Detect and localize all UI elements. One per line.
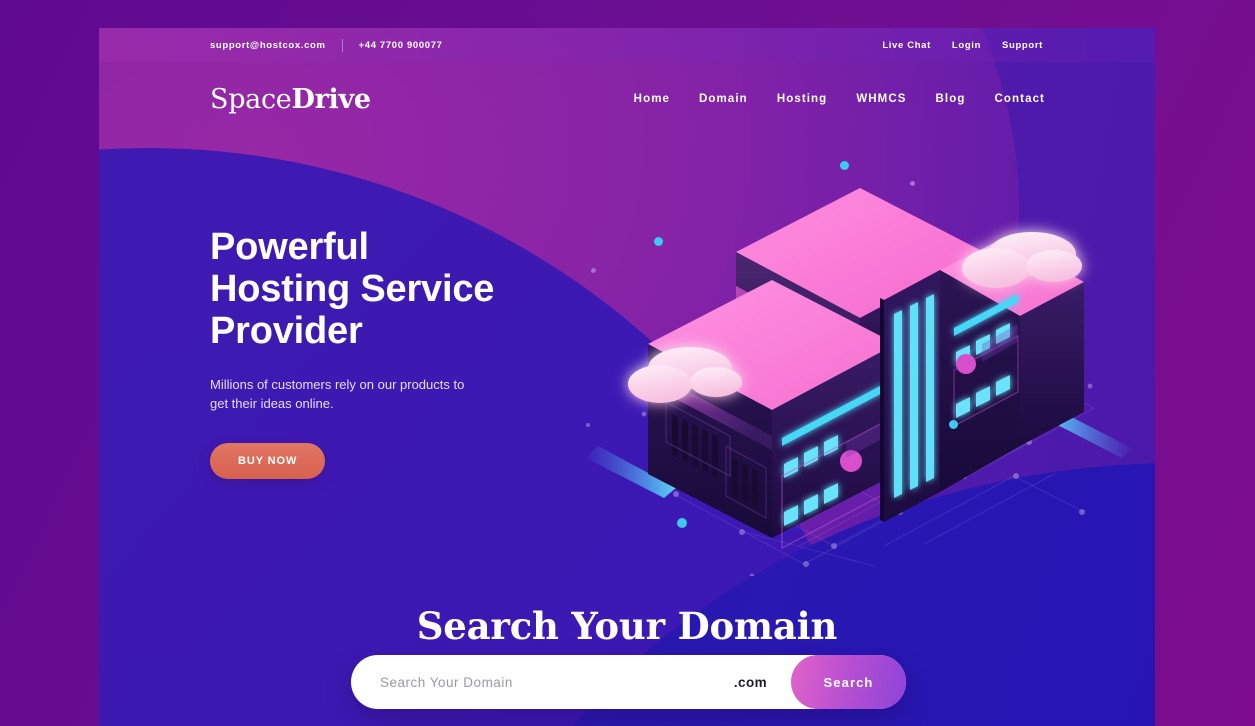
illustration-grid-dots: [641, 383, 1093, 576]
support-phone-link[interactable]: +44 7700 900077: [359, 40, 443, 51]
illustration-right-block: [940, 238, 1084, 492]
masthead: SpaceDrive Home Domain Hosting WHMCS Blo…: [99, 62, 1155, 136]
accent-dot-faint-2: [591, 268, 596, 273]
hero-title: Powerful Hosting Service Provider: [210, 226, 540, 352]
accent-dot-cyan-4: [677, 518, 687, 528]
illustration-cloud-left: [628, 347, 742, 403]
tld-suffix-label: .com: [733, 674, 767, 690]
hero-subtitle: Millions of customers rely on our produc…: [210, 377, 465, 411]
nav-item-hosting[interactable]: Hosting: [777, 93, 828, 105]
accent-dot-faint-1: [910, 181, 915, 186]
domain-search-bar: .com Search: [351, 655, 906, 709]
accent-dot-cyan-2: [654, 237, 663, 246]
illustration-beam-right: [1044, 408, 1132, 458]
hero-title-line-2: Hosting Service: [210, 268, 495, 310]
illustration-louvers-left: [672, 414, 718, 478]
hero-title-line-1: Powerful: [210, 226, 369, 268]
illustration-tower-neon-pillars: [894, 294, 934, 498]
login-link[interactable]: Login: [952, 40, 981, 51]
support-email-link[interactable]: support@hostcox.com: [210, 40, 326, 51]
illustration-pink-disc-front: [840, 450, 862, 472]
domain-search-button[interactable]: Search: [791, 655, 906, 709]
accent-dot-cyan-3: [949, 420, 958, 429]
illustration-tower: [880, 270, 940, 522]
nav-item-blog[interactable]: Blog: [936, 93, 966, 105]
brand-logo-bold: Drive: [291, 83, 371, 115]
nav-item-home[interactable]: Home: [634, 93, 670, 105]
accent-dot-faint-3: [586, 423, 590, 427]
nav-item-domain[interactable]: Domain: [699, 93, 748, 105]
illustration-neon-windows-front: [782, 384, 884, 526]
illustration-louvers-left-2: [732, 458, 758, 508]
buy-now-button[interactable]: BUY NOW: [210, 443, 326, 479]
brand-logo[interactable]: SpaceDrive: [210, 86, 371, 113]
illustration-cloud-right: [962, 232, 1082, 288]
illustration-back-block: [736, 188, 984, 446]
illustration-pink-disc-right: [956, 354, 976, 374]
hero-copy-block: Powerful Hosting Service Provider Millio…: [210, 226, 540, 479]
topbar-links-group: Live Chat Login Support: [882, 40, 1043, 51]
topbar-divider: [341, 38, 343, 52]
illustration-front-block: [648, 280, 896, 550]
support-link[interactable]: Support: [1002, 40, 1043, 51]
illustration-neon-windows-right: [954, 294, 1018, 418]
top-utility-bar: support@hostcox.com +44 7700 900077 Live…: [99, 28, 1155, 62]
illustration-beam-left: [586, 446, 676, 498]
nav-item-whmcs[interactable]: WHMCS: [856, 93, 906, 105]
primary-navigation: Home Domain Hosting WHMCS Blog Contact: [634, 93, 1045, 105]
brand-logo-light: Space: [210, 83, 292, 115]
live-chat-link[interactable]: Live Chat: [882, 40, 931, 51]
site-frame: support@hostcox.com +44 7700 900077 Live…: [99, 28, 1155, 726]
hero-title-line-3: Provider: [210, 310, 363, 352]
search-section-heading: Search Your Domain: [416, 604, 838, 648]
accent-dot-cyan-1: [840, 161, 849, 170]
illustration-floor-grid: [673, 339, 1096, 567]
domain-search-input[interactable]: [380, 674, 734, 690]
topbar-contact-group: support@hostcox.com +44 7700 900077: [210, 38, 443, 52]
hero-illustration: [584, 146, 1144, 576]
nav-item-contact[interactable]: Contact: [994, 93, 1045, 105]
screenshot-stage: support@hostcox.com +44 7700 900077 Live…: [0, 0, 1255, 726]
